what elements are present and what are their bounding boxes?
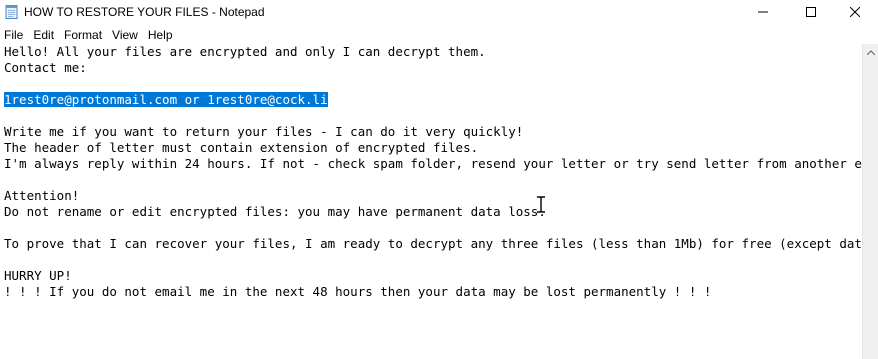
maximize-button[interactable] <box>788 0 834 24</box>
close-button[interactable] <box>832 0 878 24</box>
text-line: Write me if you want to return your file… <box>4 124 524 139</box>
title-bar[interactable]: HOW TO RESTORE YOUR FILES - Notepad <box>0 0 878 24</box>
minimize-icon <box>758 11 768 13</box>
vertical-scrollbar[interactable] <box>862 44 878 359</box>
menu-bar: File Edit Format View Help <box>0 26 878 44</box>
maximize-icon <box>806 7 816 17</box>
text-line: Hello! All your files are encrypted and … <box>4 44 486 59</box>
minimize-button[interactable] <box>740 0 786 24</box>
text-cursor-icon <box>537 196 545 213</box>
text-line: Attention! <box>4 188 80 203</box>
text-editor[interactable]: Hello! All your files are encrypted and … <box>0 44 862 359</box>
menu-edit[interactable]: Edit <box>28 28 59 42</box>
window-title: HOW TO RESTORE YOUR FILES - Notepad <box>24 5 265 19</box>
text-line: Do not rename or edit encrypted files: y… <box>4 204 546 219</box>
menu-view[interactable]: View <box>107 28 143 42</box>
notepad-icon <box>5 5 18 19</box>
selected-text[interactable]: 1rest0re@protonmail.com or 1rest0re@cock… <box>4 92 328 107</box>
text-line-selected: 1rest0re@protonmail.com or 1rest0re@cock… <box>4 92 328 108</box>
chevron-up-icon <box>867 49 875 55</box>
text-line: I'm always reply within 24 hours. If not… <box>4 156 862 171</box>
menu-format[interactable]: Format <box>59 28 107 42</box>
text-line: Contact me: <box>4 60 87 75</box>
text-line: The header of letter must contain extens… <box>4 140 479 155</box>
text-line: HURRY UP! <box>4 268 72 283</box>
menu-file[interactable]: File <box>0 28 28 42</box>
text-line: To prove that I can recover your files, … <box>4 236 862 251</box>
text-line: ! ! ! If you do not email me in the next… <box>4 284 712 299</box>
close-icon <box>850 7 860 17</box>
menu-help[interactable]: Help <box>143 28 178 42</box>
scroll-up-button[interactable] <box>863 44 878 60</box>
